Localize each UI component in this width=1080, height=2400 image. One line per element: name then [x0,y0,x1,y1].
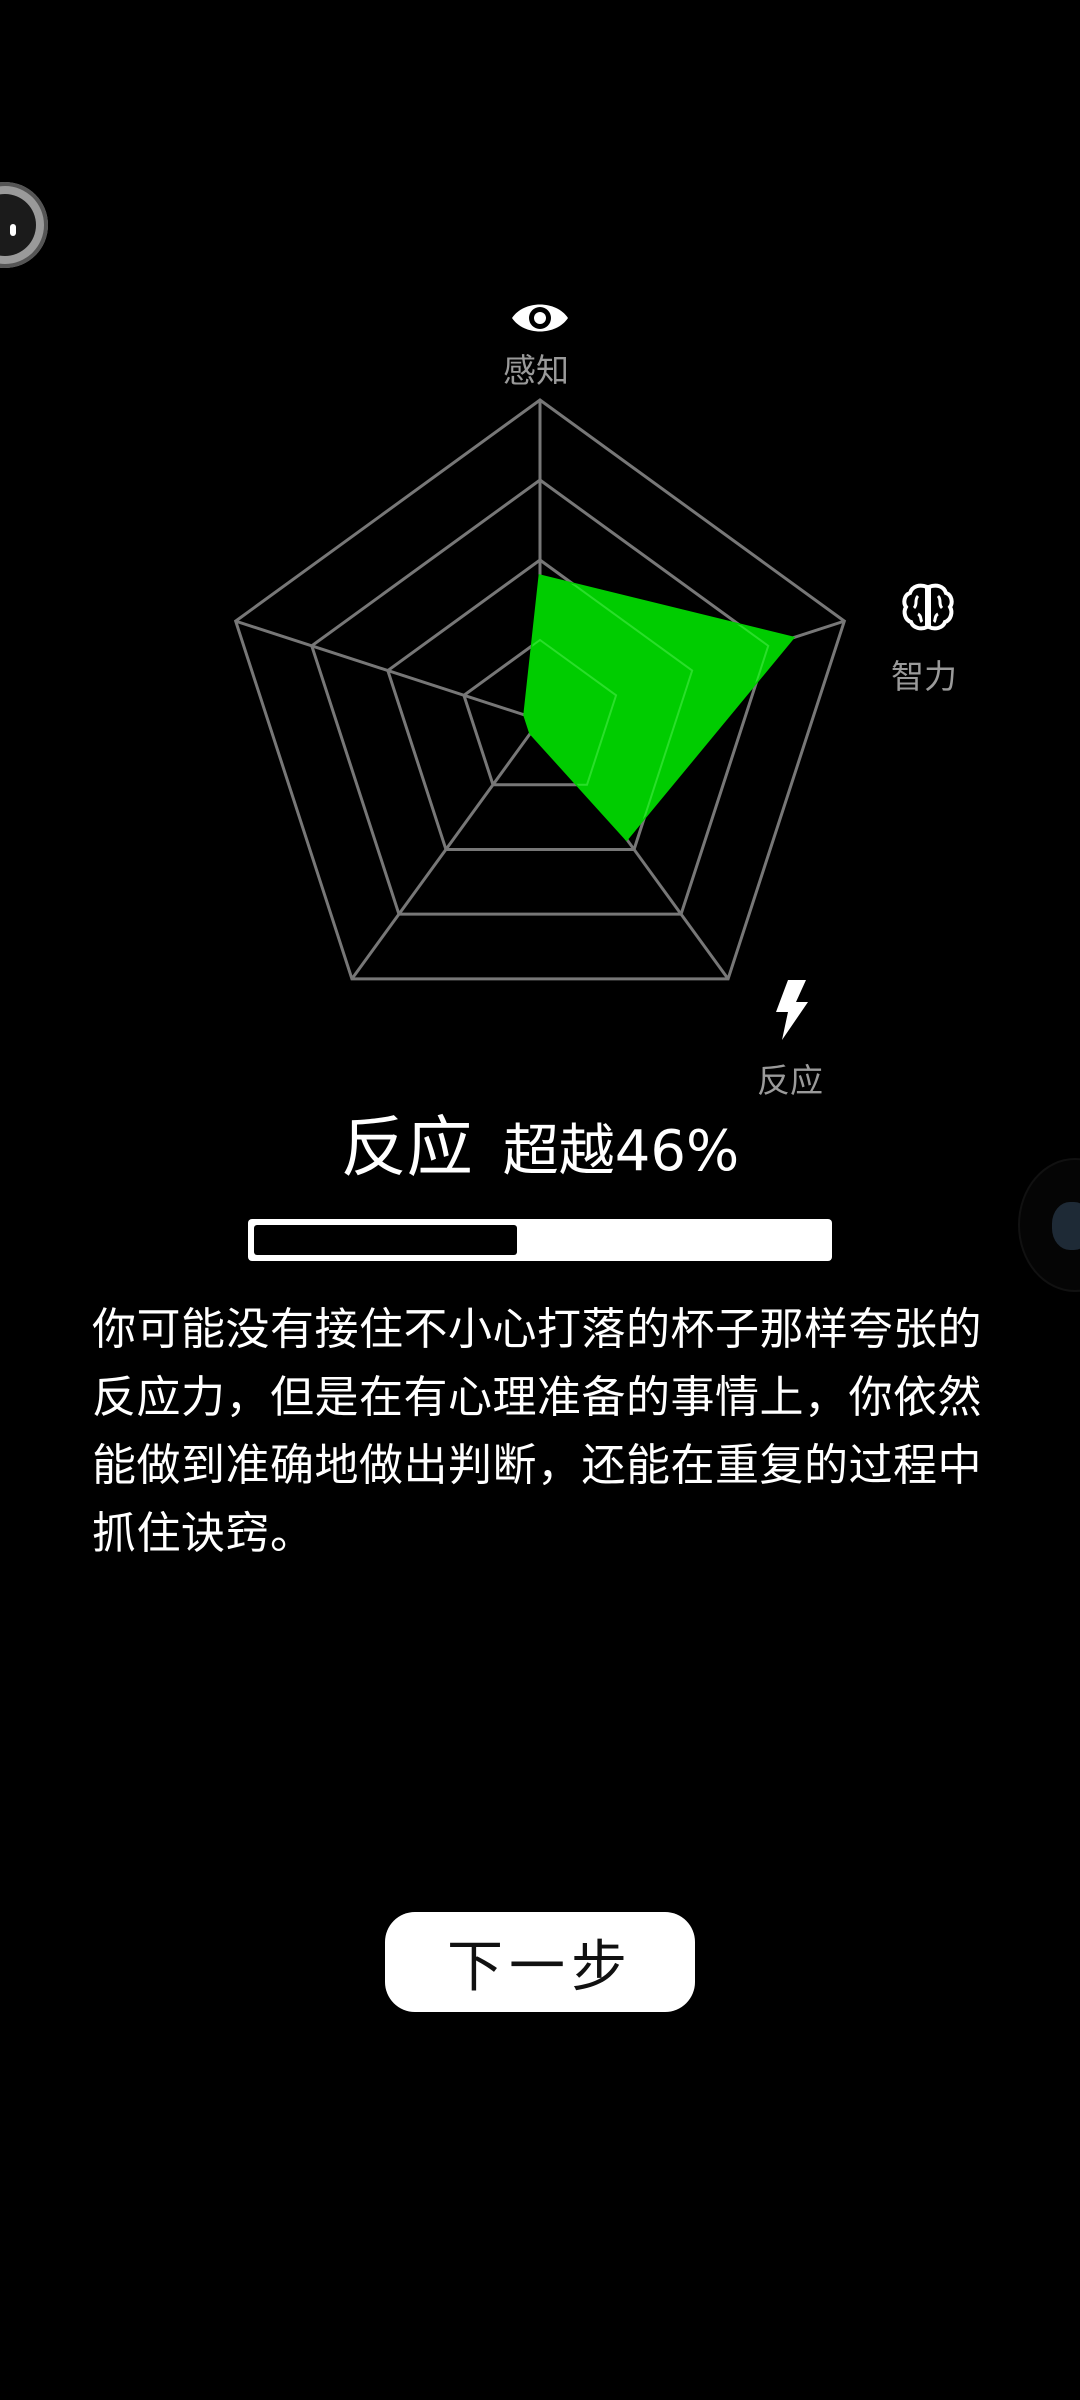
axis-label-perception: 感知 [503,351,569,390]
result-title-row: 反应 超越46% [0,1108,1080,1192]
result-progress-bar [248,1219,832,1261]
result-progress-fill [254,1225,518,1255]
next-step-button[interactable]: 下一步 [385,1912,695,2012]
result-description: 你可能没有接住不小心打落的杯子那样夸张的反应力，但是在有心理准备的事情上，你依然… [92,1304,982,1559]
result-title: 反应 [340,1109,473,1186]
radar-chart [233,398,847,981]
brain-icon [900,582,956,632]
radar-spoke [235,619,541,722]
axis-label-intelligence: 智力 [891,657,957,696]
lightning-icon [774,980,810,1040]
radar-value-area [523,574,796,842]
axis-label-reaction: 反应 [757,1061,823,1100]
result-stat: 超越46% [502,1119,740,1184]
screen: 感知 智力 反应 反应 超越46% 你可能没有接住不小心打落的杯子那样夸张的反应力… [0,0,1080,2400]
eye-icon [510,296,570,340]
side-widget-icon [1052,1202,1080,1250]
